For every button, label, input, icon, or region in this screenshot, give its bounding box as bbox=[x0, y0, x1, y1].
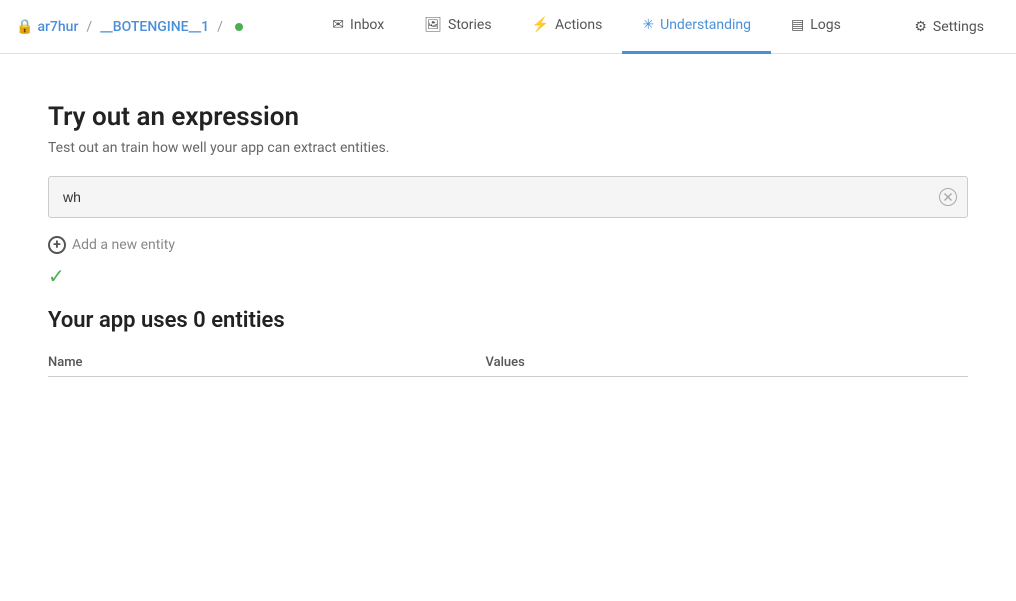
add-entity-label: Add a new entity bbox=[72, 237, 175, 253]
table-col-name: Name bbox=[48, 349, 486, 377]
page-subtitle: Test out an train how well your app can … bbox=[48, 140, 968, 156]
status-dot bbox=[235, 23, 243, 31]
nav-link-understanding-label: Understanding bbox=[660, 17, 751, 33]
nav-link-actions-label: Actions bbox=[555, 17, 602, 33]
nav-sep-1: / bbox=[86, 19, 92, 35]
nav-link-stories[interactable]: 🖼 Stories bbox=[404, 0, 511, 54]
clear-icon[interactable] bbox=[939, 188, 957, 206]
nav-link-logs-label: Logs bbox=[810, 17, 841, 33]
nav-brand: 🔒 ar7hur / __BOTENGINE__1 / bbox=[16, 19, 243, 35]
top-navigation: 🔒 ar7hur / __BOTENGINE__1 / ✉ Inbox 🖼 St… bbox=[0, 0, 1016, 54]
expression-input[interactable] bbox=[59, 189, 939, 205]
nav-link-understanding[interactable]: ✳ Understanding bbox=[622, 0, 771, 54]
add-entity-plus-icon[interactable]: + bbox=[48, 236, 66, 254]
settings-label: Settings bbox=[933, 19, 984, 35]
nav-bot-name[interactable]: __BOTENGINE__1 bbox=[100, 19, 209, 35]
nav-sep-2: / bbox=[217, 19, 223, 35]
entities-heading: Your app uses 0 entities bbox=[48, 308, 968, 333]
stories-icon: 🖼 bbox=[424, 17, 442, 33]
nav-link-actions[interactable]: ⚡ Actions bbox=[512, 0, 623, 54]
nav-link-logs[interactable]: ▤ Logs bbox=[771, 0, 861, 54]
nav-link-inbox-label: Inbox bbox=[350, 17, 384, 33]
lock-icon: 🔒 bbox=[16, 19, 33, 35]
nav-links: ✉ Inbox 🖼 Stories ⚡ Actions ✳ Understand… bbox=[275, 0, 898, 54]
inbox-icon: ✉ bbox=[332, 17, 344, 33]
nav-link-stories-label: Stories bbox=[448, 17, 492, 33]
main-content: Try out an expression Test out an train … bbox=[0, 54, 1016, 409]
table-col-values: Values bbox=[486, 349, 968, 377]
check-mark-icon: ✓ bbox=[48, 264, 968, 288]
add-entity-row[interactable]: + Add a new entity bbox=[48, 236, 968, 254]
settings-button[interactable]: ⚙ Settings bbox=[898, 0, 1000, 54]
nav-link-inbox[interactable]: ✉ Inbox bbox=[312, 0, 404, 54]
nav-username-link[interactable]: ar7hur bbox=[37, 19, 78, 35]
logs-icon: ▤ bbox=[791, 17, 804, 33]
settings-icon: ⚙ bbox=[914, 19, 927, 35]
page-title: Try out an expression bbox=[48, 102, 968, 132]
actions-icon: ⚡ bbox=[532, 17, 549, 33]
entities-table: Name Values bbox=[48, 349, 968, 377]
understanding-icon: ✳ bbox=[642, 17, 654, 33]
expression-input-wrapper bbox=[48, 176, 968, 218]
